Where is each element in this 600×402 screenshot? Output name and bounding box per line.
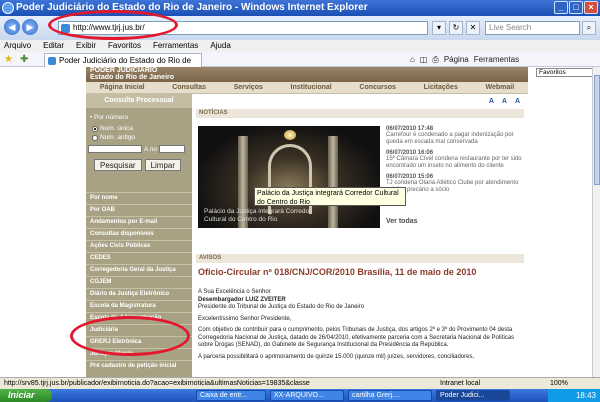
nav-institucional[interactable]: Institucional <box>291 84 332 91</box>
nav-webmail[interactable]: Webmail <box>485 84 514 91</box>
grerj-highlight-circle <box>70 316 190 356</box>
consulta-title: Consulta Processual <box>86 94 192 108</box>
page-menu[interactable]: Página <box>444 54 469 65</box>
news-item[interactable]: 06/07/2010 17:48 Carrefour é condenado a… <box>386 126 524 146</box>
favoritos-select[interactable]: Favoritos <box>536 68 600 77</box>
url-highlight-circle <box>48 10 178 40</box>
nav-licitacoes[interactable]: Licitações <box>424 84 458 91</box>
window-title: Poder Judiciário do Estado do Rio de Jan… <box>16 2 368 13</box>
ano-label: A no <box>144 145 158 153</box>
news-item[interactable]: 06/07/2010 15:06 TJ condena Olaria Atlét… <box>386 174 524 194</box>
site-header: PODER JUDICIÁRIO Estado do Rio de Janeir… <box>86 67 600 82</box>
minimize-button[interactable]: _ <box>554 1 568 14</box>
close-button[interactable]: × <box>584 1 598 14</box>
dropdown-icon[interactable]: ▾ <box>432 21 446 35</box>
header-title: PODER JUDICIÁRIO <box>90 67 158 74</box>
site-nav: Página Inicial Consultas Serviços Instit… <box>86 82 528 94</box>
stop-icon[interactable]: ✕ <box>466 21 480 35</box>
radio-on-icon <box>92 125 98 132</box>
menu-bar: Arquivo Editar Exibir Favoritos Ferramen… <box>0 40 600 52</box>
menu-ajuda[interactable]: Ajuda <box>210 40 230 52</box>
year-input[interactable] <box>159 145 186 153</box>
font-increase[interactable]: A <box>515 98 520 105</box>
sidebar-link[interactable]: Diário da Justiça Eletrônico <box>86 288 192 300</box>
favorites-star-icon[interactable]: ★ <box>4 54 13 65</box>
clock: 18:43 <box>548 389 600 402</box>
nav-servicos[interactable]: Serviços <box>234 84 263 91</box>
nav-concursos[interactable]: Concursos <box>359 84 396 91</box>
avisos-header: AVISOS <box>196 254 524 263</box>
maximize-button[interactable]: □ <box>569 1 583 14</box>
search-icon[interactable]: ⌕ <box>582 21 596 35</box>
radio-off-icon <box>92 134 98 141</box>
photo-caption: Palácio da Justiça integrará Corredor Cu… <box>204 208 312 223</box>
add-favorite-icon[interactable]: ✚ <box>20 54 28 65</box>
ver-todas-link[interactable]: Ver todas <box>386 218 418 225</box>
sidebar-link[interactable]: Escola da Magistratura <box>86 300 192 312</box>
back-icon[interactable]: ◀ <box>4 19 20 35</box>
print-icon[interactable]: ⎙ <box>432 54 438 65</box>
vertical-scrollbar[interactable] <box>592 67 600 377</box>
menu-ferramentas[interactable]: Ferramentas <box>153 40 198 52</box>
menu-favoritos[interactable]: Favoritos <box>108 40 141 52</box>
news-list: 06/07/2010 17:48 Carrefour é condenado a… <box>386 126 524 198</box>
status-bar: http://srv85.tjrj.jus.br/publicador/exib… <box>0 377 600 389</box>
sidebar-link[interactable]: Ações Civis Públicas <box>86 240 192 252</box>
font-size-controls: A A A <box>489 98 520 105</box>
status-zone: Intranet local <box>440 380 481 387</box>
avisos-headline[interactable]: Oficio-Circular nº 018/CNJ/COR/2010 Bras… <box>198 267 476 277</box>
sidebar-link[interactable]: Por nome <box>86 192 192 204</box>
tooltip: Palácio da Justiça integrará Corredor Cu… <box>254 187 406 206</box>
forward-icon[interactable]: ▶ <box>22 19 38 35</box>
limpar-button[interactable]: Limpar <box>144 159 182 171</box>
font-normal[interactable]: A <box>502 98 507 105</box>
sidebar-link[interactable]: Pré cadastro de petição inicial <box>86 360 192 372</box>
home-icon[interactable]: ⌂ <box>410 54 415 65</box>
ie-icon <box>2 2 14 14</box>
nav-pagina-inicial[interactable]: Página Inicial <box>100 84 145 91</box>
favorites-bar: ★ ✚ Poder Judiciário do Estado do Rio de… <box>0 52 600 78</box>
taskbar: Iniciar Caixa de entr... XX-ARQUIVO... c… <box>0 389 600 402</box>
header-subtitle: Estado do Rio de Janeiro <box>90 74 175 81</box>
browser-tab[interactable]: Poder Judiciário do Estado do Rio de Jan… <box>44 53 202 78</box>
menu-editar[interactable]: Editar <box>43 40 64 52</box>
menu-exibir[interactable]: Exibir <box>76 40 96 52</box>
pesquisar-button[interactable]: Pesquisar <box>94 159 142 171</box>
lamp-icon <box>284 130 296 140</box>
sidebar-link[interactable]: CGJEM <box>86 276 192 288</box>
start-button[interactable]: Iniciar <box>0 389 52 402</box>
radio-num-unica[interactable]: Num. única <box>86 124 192 133</box>
scrollbar-thumb[interactable] <box>594 75 600 185</box>
tab-page-icon <box>48 57 56 65</box>
noticias-header: NOTÍCIAS <box>196 109 524 118</box>
column-icon <box>328 136 338 228</box>
sidebar-link[interactable]: Por OAB <box>86 204 192 216</box>
feeds-icon[interactable]: ◫ <box>420 54 428 65</box>
refresh-icon[interactable]: ↻ <box>449 21 463 35</box>
menu-arquivo[interactable]: Arquivo <box>4 40 31 52</box>
por-numero-label: • Por número <box>90 114 129 121</box>
sidebar-link[interactable]: CEDES <box>86 252 192 264</box>
taskbar-item[interactable]: cartilha Grerj.... <box>348 390 432 401</box>
sidebar-link[interactable]: Andamentos por E-mail <box>86 216 192 228</box>
taskbar-item-active[interactable]: Poder Judici... <box>436 390 510 401</box>
status-url: http://srv85.tjrj.jus.br/publicador/exib… <box>4 380 310 387</box>
tools-menu[interactable]: Ferramentas <box>474 54 519 65</box>
radio-num-antigo[interactable]: Num. antigo <box>86 133 192 142</box>
main-content: A A A NOTÍCIAS Palácio da Justiça integr… <box>192 94 528 377</box>
process-number-input[interactable] <box>88 145 142 153</box>
news-photo[interactable]: Palácio da Justiça integrará Corredor Cu… <box>198 126 380 228</box>
search-input[interactable]: Live Search <box>485 21 580 35</box>
font-decrease[interactable]: A <box>489 98 494 105</box>
taskbar-item[interactable]: XX-ARQUIVO... <box>270 390 344 401</box>
avisos-body: A Sua Excelência o Senhor Desembargador L… <box>198 289 515 360</box>
nav-consultas[interactable]: Consultas <box>172 84 206 91</box>
sidebar-link[interactable]: Consultas disponíveis <box>86 228 192 240</box>
zoom-level[interactable]: 100% <box>550 378 568 389</box>
taskbar-item[interactable]: Caixa de entr... <box>196 390 266 401</box>
news-item[interactable]: 06/07/2010 16:06 15ª Câmara Cível conden… <box>386 150 524 170</box>
sidebar-link[interactable]: Corregedoria Geral da Justiça <box>86 264 192 276</box>
